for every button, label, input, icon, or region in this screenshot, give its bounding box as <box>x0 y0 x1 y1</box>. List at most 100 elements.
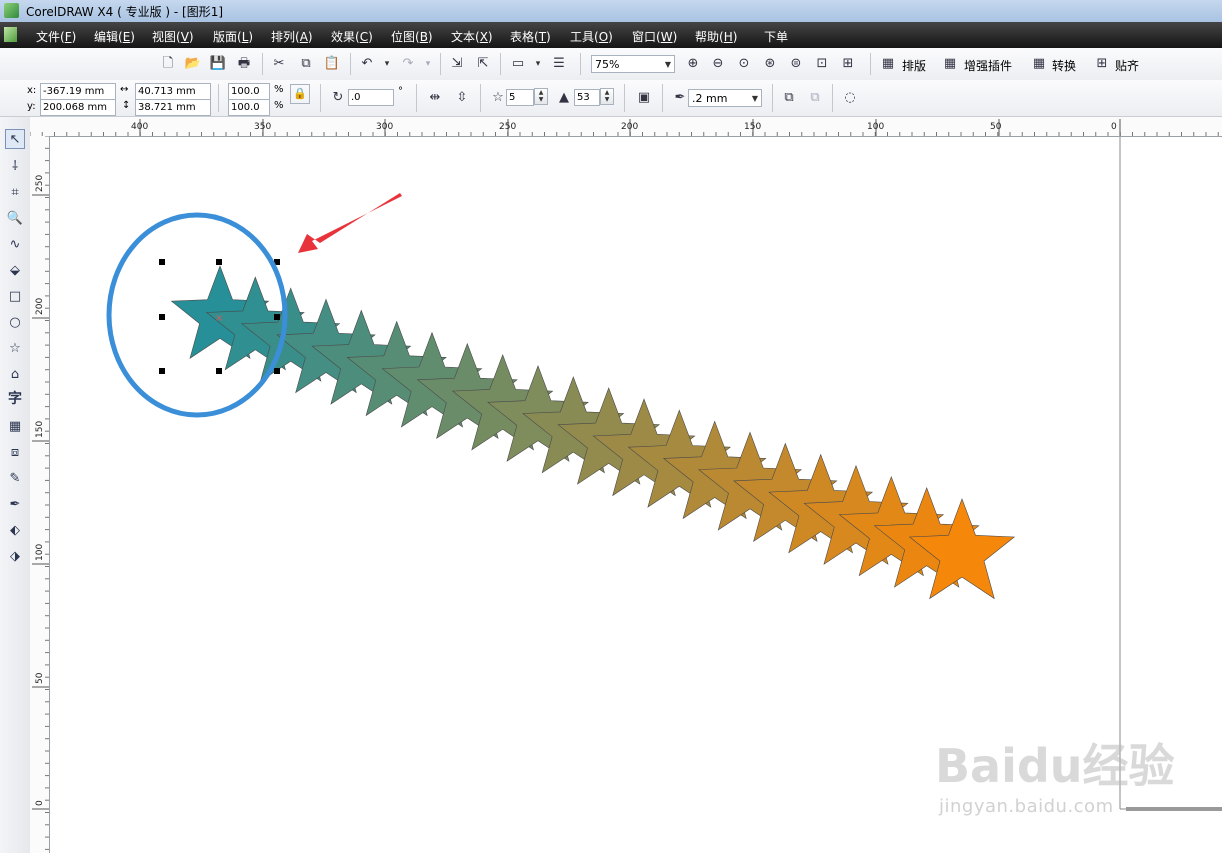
plugin-snap-label[interactable]: 贴齐 <box>1115 57 1139 74</box>
pick-tool-icon[interactable]: ↖ <box>5 129 25 149</box>
import-icon[interactable]: ⇲ <box>447 54 467 74</box>
plugin-enhance-icon[interactable]: ▦ <box>940 54 960 74</box>
zoom-height-icon[interactable]: ⊞ <box>838 54 858 74</box>
menu-item-accelerator: V <box>180 30 189 44</box>
selection-handle[interactable] <box>159 368 165 374</box>
table-tool-icon[interactable]: ▦ <box>5 417 25 437</box>
menu-item[interactable]: 帮助(H) <box>695 28 737 45</box>
menu-item[interactable]: 版面(L) <box>213 28 253 45</box>
star-points-spinner[interactable]: ▲ ▼ <box>534 88 548 105</box>
plugin-snap-icon[interactable]: ⊞ <box>1092 54 1112 74</box>
star-points-icon: ☆ <box>492 90 504 105</box>
to-back-icon[interactable]: ⧉ <box>805 88 825 108</box>
print-icon[interactable]: 🖶 <box>234 54 254 74</box>
selection-center-mark[interactable]: × <box>215 313 223 324</box>
selection-handle[interactable] <box>216 259 222 265</box>
object-width-field[interactable]: 40.713 mm <box>135 83 211 100</box>
menu-item-label: 视图( <box>152 30 181 44</box>
zoom-selected-icon[interactable]: ⊙ <box>734 54 754 74</box>
ellipse-tool-icon[interactable]: ○ <box>5 313 25 333</box>
document-icon[interactable] <box>4 27 17 42</box>
menu-item[interactable]: 窗口(W) <box>632 28 677 45</box>
star-blend-group[interactable] <box>170 265 1016 600</box>
selection-handle[interactable] <box>159 314 165 320</box>
eyedropper-tool-icon[interactable]: ✎ <box>5 469 25 489</box>
menu-item[interactable]: 位图(B) <box>391 28 433 45</box>
drawing-canvas[interactable]: × <box>50 137 1222 853</box>
wrap-text-icon[interactable]: ▣ <box>634 88 654 108</box>
x-position-field[interactable]: -367.19 mm <box>40 83 116 100</box>
object-height-field[interactable]: 38.721 mm <box>135 99 211 116</box>
zoom-in-icon[interactable]: ⊕ <box>683 54 703 74</box>
to-front-icon[interactable]: ⧉ <box>779 88 799 108</box>
zoom-tool-icon[interactable]: 🔍 <box>5 209 25 229</box>
cut-icon[interactable]: ✂ <box>269 54 289 74</box>
selection-handle[interactable] <box>274 314 280 320</box>
text-tool-icon[interactable]: 字 <box>5 389 25 409</box>
paste-icon[interactable]: 📋 <box>322 54 342 74</box>
crop-tool-icon[interactable]: ⌗ <box>5 183 25 203</box>
plugin-layout-label[interactable]: 排版 <box>902 57 926 74</box>
save-icon[interactable]: 💾 <box>208 54 228 74</box>
mirror-horizontal-icon[interactable]: ⇹ <box>425 88 445 108</box>
freehand-tool-icon[interactable]: ∿ <box>5 235 25 255</box>
smart-fill-tool-icon[interactable]: ⬙ <box>5 261 25 281</box>
selection-handle[interactable] <box>159 259 165 265</box>
scale-y-field[interactable]: 100.0 <box>228 99 270 116</box>
copy-icon[interactable]: ⧉ <box>296 54 316 74</box>
star-points-field[interactable]: 5 <box>506 89 534 106</box>
menu-item[interactable]: 视图(V) <box>152 28 194 45</box>
application-launcher-icon[interactable]: ▭ <box>508 54 528 74</box>
selection-handle[interactable] <box>274 368 280 374</box>
menu-item[interactable]: 编辑(E) <box>94 28 135 45</box>
selection-handle[interactable] <box>216 368 222 374</box>
interactive-blend-tool-icon[interactable]: ⧈ <box>5 443 25 463</box>
rotation-angle-field[interactable]: .0 <box>348 89 394 106</box>
canvas-artwork[interactable]: × <box>50 137 1222 853</box>
rectangle-tool-icon[interactable]: □ <box>5 287 25 307</box>
open-icon[interactable]: 📂 <box>183 54 203 74</box>
menu-item[interactable]: 下单 <box>764 28 788 45</box>
menu-item[interactable]: 排列(A) <box>271 28 313 45</box>
redo-icon[interactable]: ↷ <box>398 54 418 74</box>
zoom-all-objects-icon[interactable]: ⊛ <box>760 54 780 74</box>
polygon-star-tool-icon[interactable]: ☆ <box>5 339 25 359</box>
horizontal-ruler[interactable]: 400 350 300 250 200 150 100 50 0 <box>30 117 1222 137</box>
export-icon[interactable]: ⇱ <box>473 54 493 74</box>
scale-x-field[interactable]: 100.0 <box>228 83 270 100</box>
mirror-vertical-icon[interactable]: ⇳ <box>452 88 472 108</box>
launcher-dropdown-icon[interactable]: ▾ <box>533 54 543 74</box>
menu-item[interactable]: 工具(O) <box>570 28 613 45</box>
undo-dropdown-icon[interactable]: ▾ <box>382 54 392 74</box>
menu-item[interactable]: 文件(F) <box>36 28 76 45</box>
new-document-icon[interactable]: 🗋 <box>158 54 178 74</box>
plugin-convert-label[interactable]: 转换 <box>1052 57 1076 74</box>
shape-tool-icon[interactable]: ⸸ <box>5 157 25 177</box>
interactive-fill-tool-icon[interactable]: ⬗ <box>5 547 25 567</box>
outline-width-select[interactable]: .2 mm ▼ <box>688 89 762 107</box>
y-position-field[interactable]: 200.068 mm <box>40 99 116 116</box>
star-sharpness-field[interactable]: 53 <box>574 89 600 106</box>
toolbar-separator <box>624 84 625 112</box>
plugin-layout-icon[interactable]: ▦ <box>878 54 898 74</box>
convert-to-curves-icon[interactable]: ◌ <box>840 88 860 108</box>
menu-item[interactable]: 效果(C) <box>331 28 373 45</box>
undo-icon[interactable]: ↶ <box>357 54 377 74</box>
menu-item[interactable]: 表格(T) <box>510 28 551 45</box>
zoom-width-icon[interactable]: ⊡ <box>812 54 832 74</box>
star-sharpness-spinner[interactable]: ▲ ▼ <box>600 88 614 105</box>
plugin-enhance-label[interactable]: 增强插件 <box>964 57 1012 74</box>
zoom-out-icon[interactable]: ⊖ <box>708 54 728 74</box>
basic-shapes-tool-icon[interactable]: ⌂ <box>5 365 25 385</box>
zoom-page-icon[interactable]: ⊜ <box>786 54 806 74</box>
zoom-level-select[interactable]: 75% ▼ <box>591 55 675 73</box>
lock-ratio-icon[interactable]: 🔒 <box>290 84 310 104</box>
welcome-screen-icon[interactable]: ☰ <box>549 54 569 74</box>
fill-tool-icon[interactable]: ⬖ <box>5 521 25 541</box>
plugin-convert-icon[interactable]: ▦ <box>1029 54 1049 74</box>
chevron-down-icon: ▼ <box>664 60 671 69</box>
redo-dropdown-icon[interactable]: ▾ <box>423 54 433 74</box>
vertical-ruler[interactable]: 250 200 150 100 50 0 <box>30 136 50 853</box>
outline-tool-icon[interactable]: ✒ <box>5 495 25 515</box>
menu-item[interactable]: 文本(X) <box>451 28 493 45</box>
